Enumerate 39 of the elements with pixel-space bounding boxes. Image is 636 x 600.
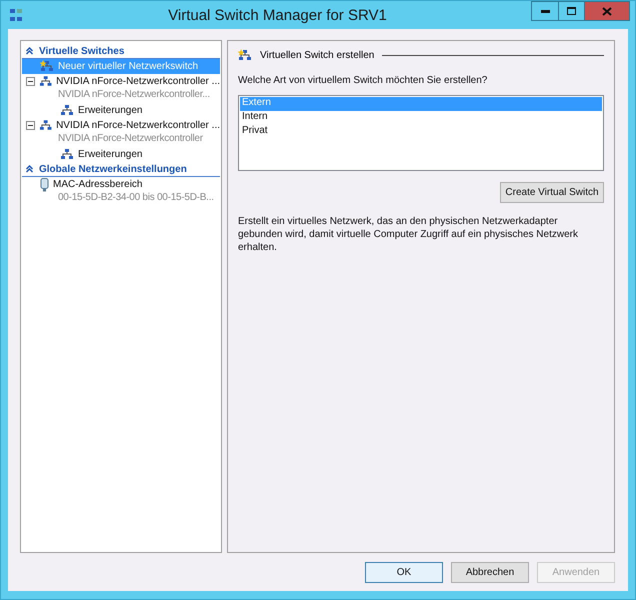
minus-icon <box>28 79 33 84</box>
app-icon <box>9 8 23 22</box>
network-switch-icon <box>38 119 52 132</box>
tree-item[interactable]: NVIDIA nForce-Netzwerkcontroller ... <box>22 118 220 133</box>
tree-item[interactable]: MAC-Adressbereich <box>22 177 220 192</box>
new-switch-icon <box>238 48 252 62</box>
network-switch-icon <box>38 75 52 88</box>
minus-icon <box>28 123 33 128</box>
switch-type-list[interactable]: Extern Intern Privat <box>238 95 604 171</box>
tree-item[interactable]: Erweiterungen <box>22 103 220 118</box>
new-switch-icon <box>40 60 54 73</box>
create-switch-button[interactable]: Create Virtual Switch <box>500 182 604 203</box>
tree-item-detail: NVIDIA nForce-Netzwerkcontroller <box>58 133 203 144</box>
tree-item-detail: 00-15-5D-B2-34-00 bis 00-15-5D-B... <box>58 192 214 203</box>
dialog-button[interactable]: OK <box>365 562 443 583</box>
maximize-button[interactable] <box>558 1 585 21</box>
list-option[interactable]: Privat <box>240 125 602 139</box>
collapse-toggle[interactable] <box>26 77 35 86</box>
network-port-icon <box>40 178 49 192</box>
section-header[interactable]: Globale Netzwerkeinstellungen <box>22 162 220 177</box>
panel-heading: Virtuellen Switch erstellen <box>260 50 374 60</box>
question-text: Welche Art von virtuellem Switch möchten Sie erstellen? <box>238 74 488 87</box>
extension-icon <box>60 104 74 117</box>
minimize-button[interactable] <box>531 1 559 21</box>
close-icon <box>602 6 612 16</box>
tree-item[interactable]: NVIDIA nForce-Netzwerkcontroller ... <box>22 74 220 89</box>
list-option[interactable]: Intern <box>240 111 602 125</box>
collapse-toggle[interactable] <box>26 121 35 130</box>
description-text: Erstellt ein virtuelles Netzwerk, das an den physischen Netzwerkadapter gebunden wird, damit virtuelle Computer Zugriff auf ein physisches Netzwerk erhalten. <box>238 215 579 254</box>
dialog-button[interactable]: Abbrechen <box>451 562 529 583</box>
extension-icon <box>60 148 74 161</box>
maximize-icon <box>567 7 576 15</box>
window-title: Virtual Switch Manager for SRV1 <box>167 6 388 24</box>
collapse-icon <box>26 165 33 173</box>
minimize-icon <box>540 10 550 12</box>
tree-item[interactable]: Erweiterungen <box>22 147 220 162</box>
collapse-icon <box>26 47 33 55</box>
close-button[interactable] <box>584 1 630 21</box>
tree-item-detail: NVIDIA nForce-Netzwerkcontroller... <box>58 89 210 100</box>
